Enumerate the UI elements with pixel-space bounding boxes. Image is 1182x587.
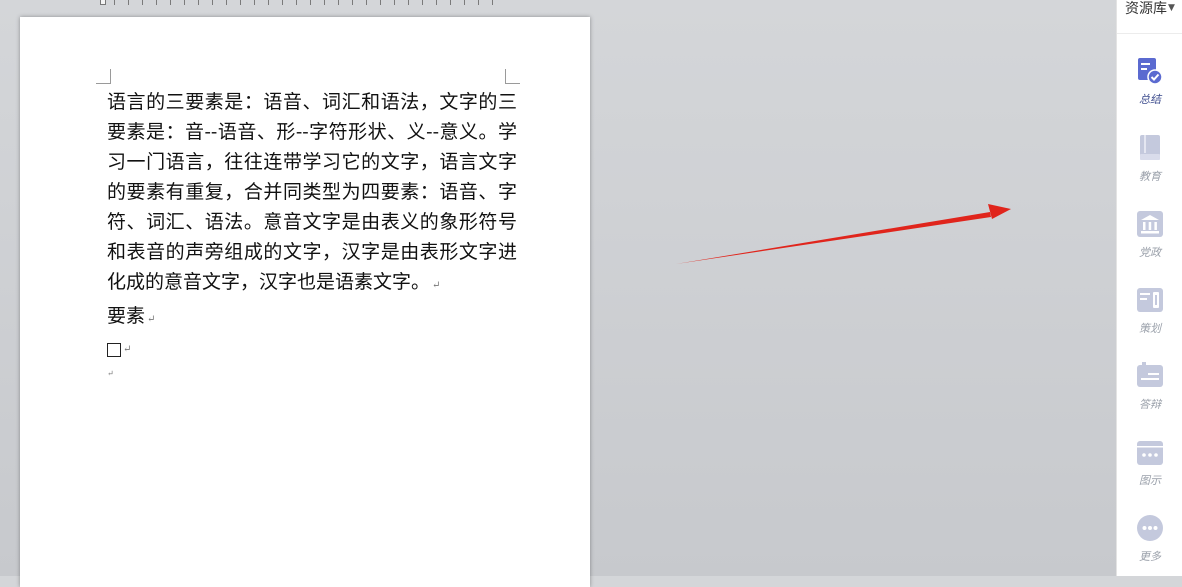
sidebar-item-education[interactable]: 教育	[1117, 134, 1182, 204]
sidebar-item-summary[interactable]: 总结	[1117, 57, 1182, 127]
summary-check-icon	[1136, 57, 1164, 85]
sidebar-item-label: 答辩	[1139, 398, 1161, 411]
sidebar-title: 资源库	[1125, 0, 1168, 17]
sidebar-item-party-government[interactable]: 党政	[1117, 210, 1182, 280]
plan-document-icon	[1136, 286, 1164, 314]
sidebar-item-defense[interactable]: 答辩	[1117, 362, 1182, 432]
more-dots-icon	[1136, 514, 1164, 542]
defense-flag-icon	[1136, 362, 1164, 390]
resource-library-dropdown[interactable]: 资源库 ▼	[1117, 0, 1182, 34]
sidebar-item-label: 图示	[1139, 474, 1161, 487]
sidebar-item-label: 总结	[1139, 93, 1161, 106]
arrow-head	[988, 204, 1011, 219]
sidebar-item-label: 更多	[1139, 550, 1161, 563]
sidebar-item-diagram[interactable]: 图示	[1117, 438, 1182, 508]
diagram-icon	[1136, 438, 1164, 466]
sidebar-item-label: 党政	[1139, 246, 1161, 259]
red-arrow-annotation	[676, 204, 1011, 264]
sidebar-item-planning[interactable]: 策划	[1117, 286, 1182, 356]
sidebar-item-label: 策划	[1139, 322, 1161, 335]
government-building-icon	[1136, 210, 1164, 238]
book-icon	[1136, 134, 1164, 162]
sidebar-item-more[interactable]: 更多	[1117, 514, 1182, 584]
resource-sidebar: 资源库 ▼ 总结 教育 党政 策划 答辩 图示 更多	[1116, 0, 1182, 576]
caret-down-icon: ▼	[1168, 2, 1175, 13]
sidebar-item-label: 教育	[1139, 170, 1161, 183]
arrow-shaft	[676, 212, 991, 264]
